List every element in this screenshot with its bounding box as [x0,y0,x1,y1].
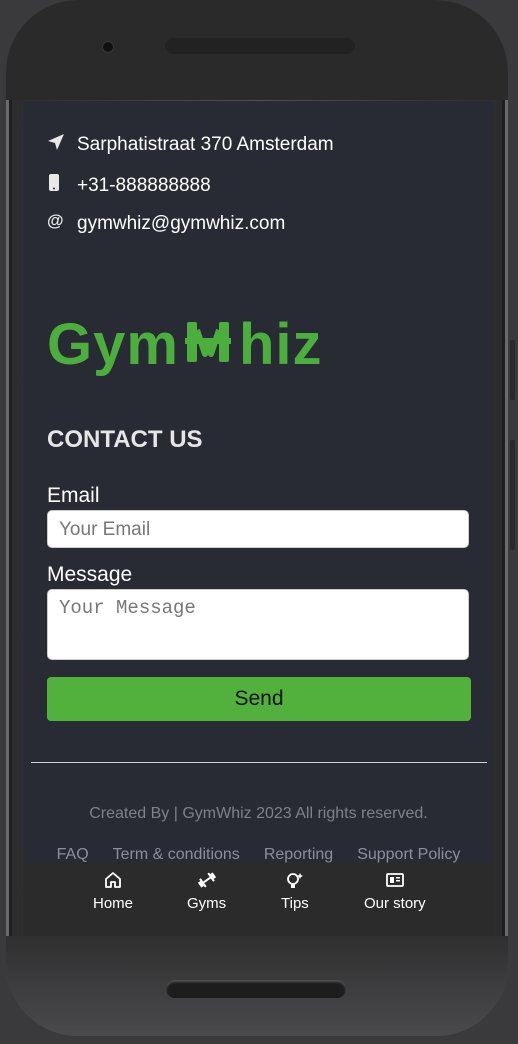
tab-home[interactable]: Home [93,871,133,912]
home-icon [104,871,122,895]
email-row: @ gymwhiz@gymwhiz.com [47,211,286,235]
front-camera [103,42,113,52]
message-textarea[interactable]: Your Message [47,589,469,660]
email-label: Email [47,484,100,507]
location-arrow-icon [47,133,77,156]
tab-our-story-label: Our story [364,895,426,912]
tab-our-story[interactable]: Our story [364,871,426,912]
tab-gyms[interactable]: Gyms [187,871,226,912]
side-button [510,440,515,550]
footer-link-support[interactable]: Support Policy [357,846,460,864]
tab-tips-label: Tips [281,895,309,912]
bottom-speaker [166,980,346,998]
tab-home-label: Home [93,895,134,912]
phone-text: +31-888888888 [77,174,211,196]
at-icon: @ [47,211,64,230]
tab-tips[interactable]: Tips [281,871,309,912]
logo-w-icon [184,311,231,378]
lightbulb-icon [285,871,305,895]
send-button[interactable]: Send [47,677,471,721]
email-placeholder: Your Email [59,519,151,540]
page-content: Sarphatistraat 370 Amsterdam +31-8888888… [23,101,494,863]
mobile-phone-icon [47,173,77,198]
email-input[interactable]: Your Email [47,510,469,548]
newspaper-icon [385,871,405,895]
email-text: gymwhiz@gymwhiz.com [77,213,286,234]
footer-link-faq[interactable]: FAQ [57,846,89,864]
gymwhiz-logo: Gym hiz [47,311,323,378]
footer-link-reporting[interactable]: Reporting [264,846,333,864]
footer-link-terms[interactable]: Term & conditions [113,846,240,864]
tab-gyms-label: Gyms [187,895,227,912]
side-button [510,340,515,400]
contact-us-heading: CONTACT US [47,426,203,453]
logo-text-hiz: hiz [238,312,323,377]
bottom-tab-bar: Home Gyms Tips Our story [23,863,494,936]
message-label: Message [47,563,133,586]
app-screen: Sarphatistraat 370 Amsterdam +31-8888888… [23,101,494,936]
address-text: Sarphatistraat 370 Amsterdam [77,133,334,155]
footer-divider [31,762,487,763]
footer-links: FAQ Term & conditions Reporting Support … [23,846,494,864]
dumbbell-icon [197,871,217,895]
logo-text-gym: Gym [47,312,179,377]
earpiece-speaker [165,38,355,54]
copyright-text: Created By | GymWhiz 2023 All rights res… [89,805,428,822]
address-row: Sarphatistraat 370 Amsterdam [47,133,334,156]
message-placeholder: Your Message [59,597,196,619]
phone-row: +31-888888888 [47,173,211,198]
